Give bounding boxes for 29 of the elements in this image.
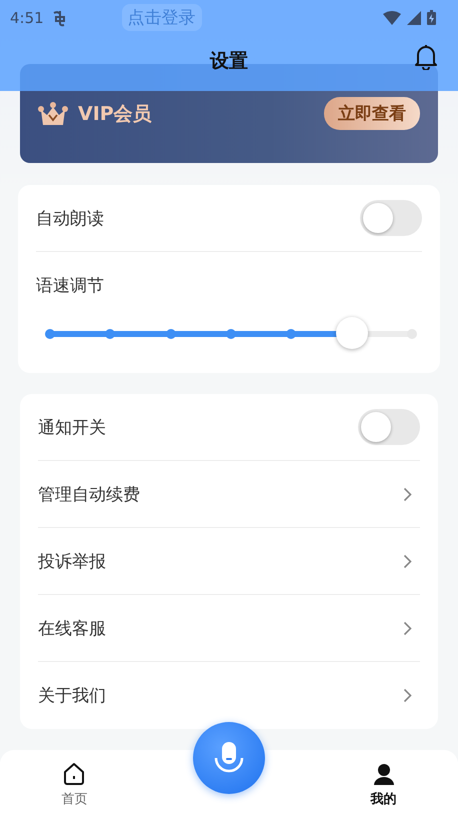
chevron-right-icon — [403, 554, 412, 568]
nav-tab[interactable]: 首页 — [44, 750, 104, 808]
setting-item[interactable]: 在线客服 — [38, 616, 106, 640]
slider-thumb[interactable] — [336, 317, 368, 349]
battery-icon — [427, 10, 436, 25]
person-icon — [372, 762, 396, 786]
setting-label: 自动朗读 — [36, 208, 104, 230]
setting-item[interactable]: 关于我们 — [38, 684, 106, 707]
mic-button[interactable] — [192, 722, 265, 794]
chevron-right-icon — [403, 620, 412, 636]
crown-icon — [38, 102, 68, 126]
status-time: 4:51 — [10, 8, 44, 26]
setting-item[interactable]: 投诉举报 — [38, 550, 106, 572]
setting-label: 语速调节 — [36, 275, 105, 297]
slider-stop — [45, 329, 55, 339]
home-icon — [62, 762, 86, 786]
signal-icon — [407, 10, 421, 24]
toggle-switch[interactable] — [358, 409, 420, 445]
toggle-switch[interactable] — [360, 200, 422, 236]
bell-icon[interactable] — [414, 44, 438, 70]
chevron-right-icon — [403, 688, 412, 703]
setting-item[interactable]: 管理自动续费 — [38, 482, 140, 506]
page-title: 设置 — [210, 49, 248, 74]
wifi-icon — [383, 10, 401, 24]
setting-label: 通知开关 — [38, 416, 106, 438]
chevron-right-icon — [403, 486, 412, 502]
view-now-button[interactable]: 立即查看 — [324, 97, 420, 130]
vip-title: VIP会员 — [78, 102, 152, 126]
nav-tab[interactable]: 我的 — [354, 750, 414, 808]
